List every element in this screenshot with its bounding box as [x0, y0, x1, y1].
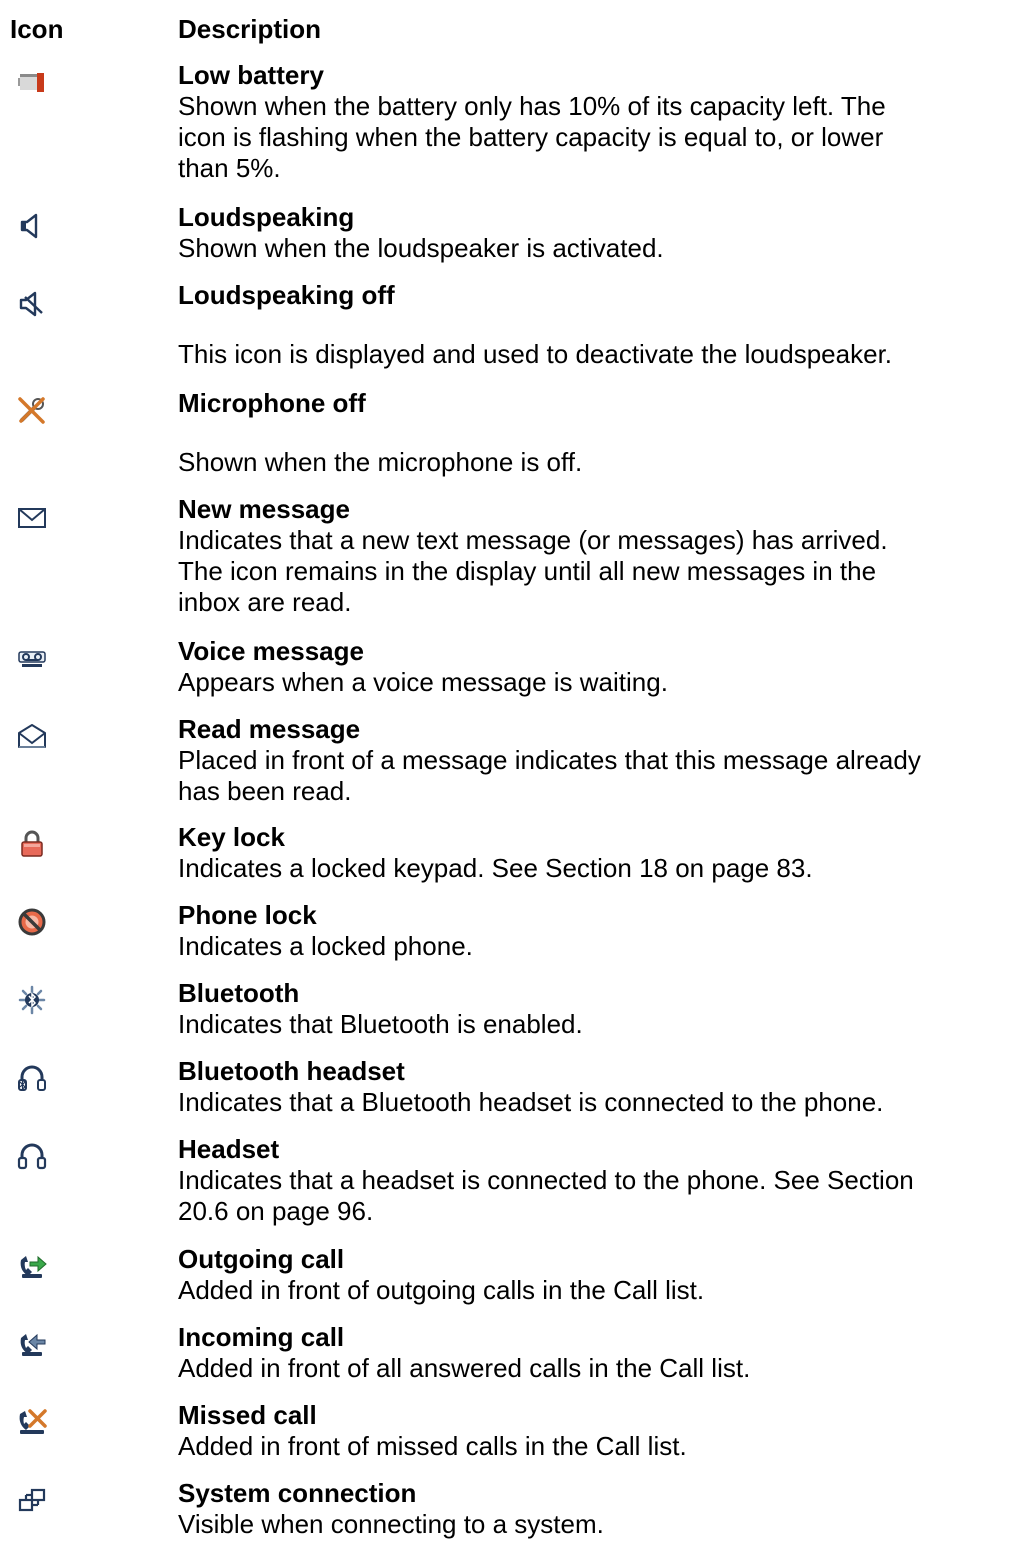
row-description: Added in front of missed calls in the Ca… — [178, 1431, 687, 1461]
row-description: Indicates a locked keypad. See Section 1… — [178, 853, 813, 883]
row-description: Added in front of all answered calls in … — [178, 1353, 751, 1383]
row-description: Indicates that Bluetooth is enabled. — [178, 1009, 583, 1039]
row-title: Bluetooth headset — [178, 1056, 405, 1086]
row-title: Key lock — [178, 822, 285, 852]
row-title: Incoming call — [178, 1322, 345, 1352]
new-message-icon — [16, 502, 48, 534]
row-title: Low battery — [178, 60, 324, 90]
voice-message-icon — [16, 642, 48, 674]
row-description: Added in front of outgoing calls in the … — [178, 1275, 705, 1305]
microphone-off-icon — [16, 394, 48, 426]
column-header-description: Description — [178, 14, 322, 44]
headset-icon — [16, 1140, 48, 1172]
row-description: Shown when the loudspeaker is activated. — [178, 233, 664, 263]
row-description: Appears when a voice message is waiting. — [178, 667, 668, 697]
read-message-icon — [16, 720, 48, 752]
low-battery-icon — [16, 65, 48, 97]
row-title: Loudspeaking off — [178, 280, 395, 310]
row-description: Visible when connecting to a system. — [178, 1509, 604, 1539]
row-description: Shown when the microphone is off. — [178, 447, 583, 477]
row-title: Loudspeaking — [178, 202, 355, 232]
row-title: Outgoing call — [178, 1244, 345, 1274]
missed-call-icon — [16, 1406, 48, 1438]
row-description: Indicates that a headset is connected to… — [178, 1165, 914, 1226]
loudspeaker-icon — [16, 210, 48, 242]
bluetooth-icon — [16, 984, 48, 1016]
row-description: Indicates that a Bluetooth headset is co… — [178, 1087, 884, 1117]
outgoing-call-icon — [16, 1250, 48, 1282]
row-title: Voice message — [178, 636, 364, 666]
row-title: Headset — [178, 1134, 280, 1164]
row-title: Bluetooth — [178, 978, 300, 1008]
loudspeaker-off-icon — [16, 288, 48, 320]
row-description: Indicates a locked phone. — [178, 931, 473, 961]
icon-description-table: Icon Description Low battery Shown when … — [0, 0, 1014, 1560]
row-title: Phone lock — [178, 900, 317, 930]
bluetooth-headset-icon — [16, 1062, 48, 1094]
row-title: System connection — [178, 1478, 417, 1508]
incoming-call-icon — [16, 1328, 48, 1360]
row-title: Read message — [178, 714, 361, 744]
row-title: New message — [178, 494, 350, 524]
row-description: Placed in front of a message indicates t… — [178, 745, 921, 806]
column-header-icon: Icon — [10, 14, 64, 44]
phone-lock-icon — [16, 906, 48, 938]
key-lock-icon — [16, 828, 48, 860]
system-connection-icon — [16, 1484, 48, 1516]
row-description: Indicates that a new text message (or me… — [178, 525, 888, 617]
row-description: Shown when the battery only has 10% of i… — [178, 91, 886, 183]
row-description: This icon is displayed and used to deact… — [178, 339, 893, 369]
row-title: Missed call — [178, 1400, 317, 1430]
row-title: Microphone off — [178, 388, 366, 418]
